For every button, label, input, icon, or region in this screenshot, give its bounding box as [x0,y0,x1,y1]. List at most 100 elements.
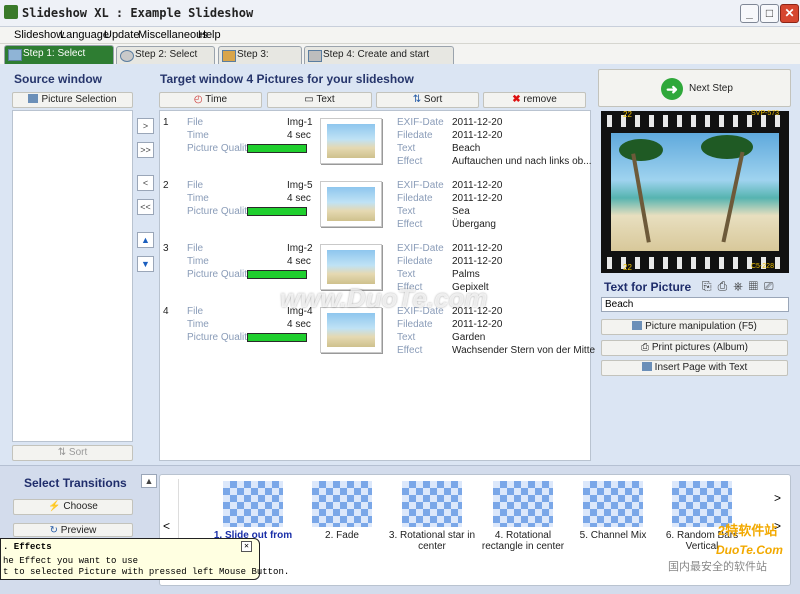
tab-step-3[interactable]: Step 3: Settings [218,46,302,76]
transition-label[interactable]: 5. Channel Mix [563,530,663,541]
button-label: Picture Selection [41,94,117,105]
transition-thumbnail[interactable] [493,481,553,527]
quality-bar [247,144,307,153]
preview-image [611,133,779,251]
tooltip-close-icon[interactable]: ✕ [241,541,252,552]
tab-step-1[interactable]: Step 1: Select Pictures [4,45,114,75]
tooltip-title: . Effects [3,542,52,552]
refresh-icon: ↻ [49,525,61,536]
tooltip-line: t to selected Picture with pressed left … [3,567,290,577]
menu-help[interactable]: Help [198,29,221,41]
scroll-right-arrow[interactable]: > [774,491,781,505]
arrow-right-icon: ➜ [661,78,683,100]
transition-label[interactable]: 4. Rotational rectangle in center [473,530,573,552]
picture-manipulation-button[interactable]: Picture manipulation (F5) [601,319,788,335]
menu-language[interactable]: Language [60,29,109,41]
text-format-icons[interactable]: ⎘⎙⎈▦⎚ [702,279,780,294]
quality-bar [247,270,307,279]
scroll-left-arrow[interactable]: < [163,519,170,533]
quality-label: Picture Quality [187,143,253,154]
close-button[interactable]: ✕ [780,4,799,23]
watermark-corner-url: DuoTe.Com [716,543,783,557]
transitions-row: 1. Slide out from 2. Fade 3. Rotational … [178,479,770,569]
time-label: Time [187,319,209,330]
filedate-value: 2011-12-20 [452,319,503,330]
sort-icon: ⇅ [57,447,69,458]
text-button[interactable]: ▭ Text [267,92,372,108]
filedate-value: 2011-12-20 [452,193,503,204]
effect-label: Effect [397,219,423,230]
preview-button[interactable]: ↻ Preview [13,523,133,537]
picture-thumbnail[interactable] [320,181,382,227]
move-all-left-button[interactable]: << [137,199,154,215]
picture-preview: 22 SVP-573 22 C5-228 [601,110,789,273]
file-label: File [187,117,204,128]
picture-text-field[interactable]: Beach [601,297,789,312]
scroll-up-button[interactable]: ▲ [141,474,157,488]
move-left-button[interactable]: < [137,175,154,191]
choose-button[interactable]: ⚡ Choose [13,499,133,515]
maximize-button[interactable]: □ [760,4,779,23]
button-label: Time [205,94,228,105]
source-list[interactable] [12,110,133,442]
minimize-button[interactable]: _ [740,4,759,23]
source-heading: Source window [14,72,103,86]
time-label: Time [187,193,209,204]
transition-thumbnail[interactable] [583,481,643,527]
transition-thumbnail[interactable] [223,481,283,527]
file-label: File [187,180,204,191]
file-value: Img-2 [287,243,313,254]
move-all-right-button[interactable]: >> [137,142,154,158]
picture-thumbnail[interactable] [320,118,382,164]
window-title: Slideshow XL : Example Slideshow [22,6,254,20]
text-value: Beach [452,143,481,154]
tab-step-4[interactable]: Step 4: Create and start Slideshow [304,46,454,76]
watermark-center: www.DuoTe.com [280,283,488,313]
watermark-corner-cn: 2特软件站 [718,523,778,538]
effect-label: Effect [397,345,423,356]
picture-row[interactable]: 1 File Img-1 Time 4 sec Picture Quality EXIF-D… [160,115,592,175]
audio-icon [120,50,134,62]
text-value: Sea [452,206,470,217]
button-label: Choose [63,501,98,512]
exif-value: 2011-12-20 [452,243,503,254]
transition-thumbnail[interactable] [312,481,372,527]
move-down-button[interactable]: ▼ [137,256,154,272]
insert-page-button[interactable]: Insert Page with Text [601,360,788,376]
slideshow-icon [308,50,322,62]
picture-row[interactable]: 2 File Img-5 Time 4 sec Picture Quality EXIF-D… [160,178,590,238]
print-pictures-button[interactable]: ⎙ Print pictures (Album) [601,340,788,356]
quality-label: Picture Quality [187,206,253,217]
menu-update[interactable]: Update [104,29,139,41]
file-value: Img-5 [287,180,313,191]
effects-tooltip: . Effects ✕ he Effect you want to use t … [0,538,289,580]
transition-label[interactable]: 2. Fade [292,530,392,541]
picture-selection-button[interactable]: Picture Selection [12,92,133,108]
move-right-button[interactable]: > [137,118,154,134]
file-label: File [187,243,204,254]
clock-icon: ◴ [193,94,206,105]
next-step-button[interactable]: ➜ Next Step [598,69,791,107]
main-area: Source window Picture Selection ⇅ Sort >… [0,64,800,594]
filedate-label: Filedate [397,130,433,141]
transitions-heading: Select Transitions [24,476,127,490]
text-label: Text [397,143,416,154]
film-number: 22 [623,110,632,119]
sort-button[interactable]: ⇅ Sort [376,92,479,108]
file-label: File [187,306,204,317]
quality-label: Picture Quality [187,332,253,343]
transition-thumbnail[interactable] [402,481,462,527]
title-bar: Slideshow XL : Example Slideshow _ □ ✕ [0,0,800,27]
move-up-button[interactable]: ▲ [137,232,154,248]
time-button[interactable]: ◴ Time [159,92,262,108]
remove-button[interactable]: ✖ remove [483,92,586,108]
exif-label: EXIF-Date [397,180,444,191]
text-for-picture-heading: Text for Picture [604,280,692,294]
app-icon [4,5,18,19]
tab-step-2[interactable]: Step 2: Select Audio [116,46,215,76]
menu-slideshow[interactable]: Slideshow [14,29,64,41]
effect-label: Effect [397,156,423,167]
page-icon [641,362,652,371]
transition-label[interactable]: 3. Rotational star in center [382,530,482,552]
source-sort-button[interactable]: ⇅ Sort [12,445,133,461]
